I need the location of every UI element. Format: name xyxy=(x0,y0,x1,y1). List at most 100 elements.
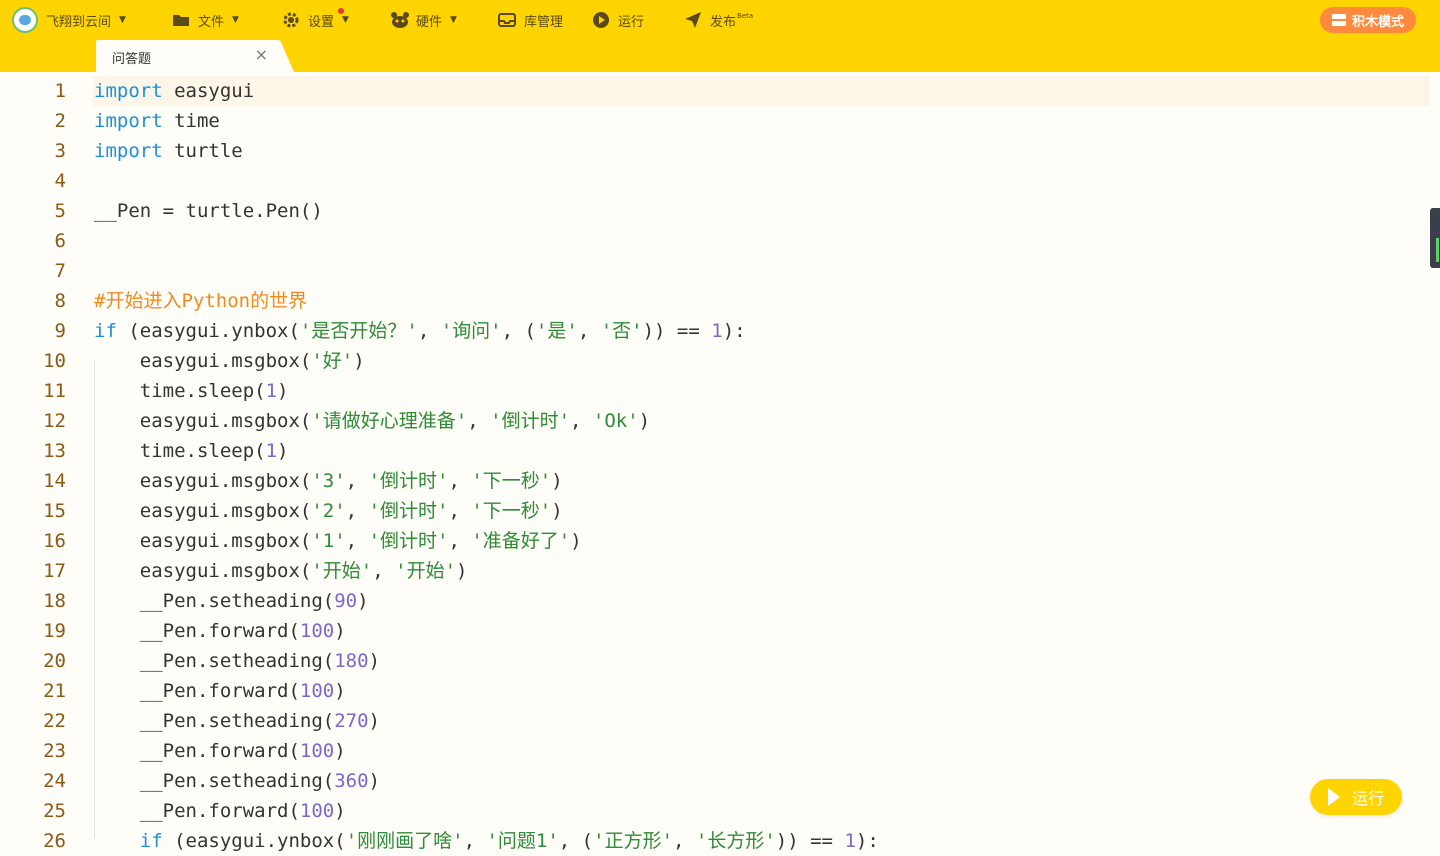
tab-bar: 问答题 × xyxy=(0,40,1440,72)
send-icon xyxy=(684,11,702,29)
code-line[interactable] xyxy=(94,256,879,286)
code-token: ) xyxy=(277,380,289,402)
code-token: 360 xyxy=(334,770,369,792)
tab-label: 问答题 xyxy=(112,52,152,67)
code-token: '倒计时' xyxy=(368,500,449,522)
code-token: 1 xyxy=(711,320,723,342)
library-menu[interactable]: 库管理 xyxy=(498,0,563,40)
chevron-down-icon: ▼ xyxy=(232,15,239,25)
code-token: '是否开始？' xyxy=(299,320,418,342)
code-line[interactable]: if (easygui.ynbox('刚刚画了啥', '问题1', ('正方形'… xyxy=(94,826,879,856)
code-token: __Pen.forward( xyxy=(94,680,300,702)
code-token: 1 xyxy=(265,380,278,402)
code-area[interactable]: import easygui import time import turtle __… xyxy=(94,76,879,856)
settings-menu-label: 设置 xyxy=(308,14,335,30)
code-line[interactable]: __Pen.setheading(90) xyxy=(94,586,879,616)
avatar xyxy=(12,7,38,33)
code-token: '否' xyxy=(600,320,643,342)
line-number: 17 xyxy=(43,560,66,582)
code-token: '开始' xyxy=(311,560,373,582)
line-number: 8 xyxy=(54,290,66,312)
line-number: 2 xyxy=(54,110,66,132)
code-token: __Pen.setheading( xyxy=(94,710,335,732)
code-token: ) xyxy=(277,440,289,462)
block-mode-button[interactable]: 积木模式 xyxy=(1319,7,1416,33)
line-number: 15 xyxy=(43,500,66,522)
line-number: 19 xyxy=(43,620,66,642)
code-line[interactable]: __Pen.setheading(180) xyxy=(94,646,879,676)
code-token: __Pen.setheading( xyxy=(94,770,335,792)
code-line[interactable]: time.sleep(1) xyxy=(94,436,879,466)
scrollbar-thumb[interactable] xyxy=(1430,208,1440,268)
code-token: 1 xyxy=(844,830,856,852)
code-line[interactable]: __Pen.forward(100) xyxy=(94,796,879,826)
play-circle-icon xyxy=(592,11,610,29)
code-token: ) xyxy=(368,710,380,732)
chevron-down-icon: ▼ xyxy=(342,15,349,25)
code-token: ) xyxy=(334,620,346,642)
code-token: '开始' xyxy=(395,560,457,582)
code-line[interactable]: easygui.msgbox('2', '倒计时', '下一秒') xyxy=(94,496,879,526)
library-menu-label: 库管理 xyxy=(524,14,564,30)
code-token: ) xyxy=(456,560,468,582)
line-number: 18 xyxy=(43,590,66,612)
code-token: time.sleep( xyxy=(94,380,266,402)
code-token: , xyxy=(463,830,487,852)
run-menu-label: 运行 xyxy=(618,14,645,30)
code-line[interactable]: easygui.msgbox('1', '倒计时', '准备好了') xyxy=(94,526,879,556)
code-line[interactable]: __Pen.setheading(360) xyxy=(94,766,879,796)
code-line[interactable]: import easygui xyxy=(94,76,879,106)
code-line[interactable]: __Pen.setheading(270) xyxy=(94,706,879,736)
project-menu[interactable]: 飞翔到云间 ▼ xyxy=(12,0,126,40)
code-line[interactable]: easygui.msgbox('开始', '开始') xyxy=(94,556,879,586)
code-editor[interactable]: 1 2 3 4 5 6 7 8 9 10 11 12 13 14 15 16 17 18 19 20 21 22 23 24 2… xyxy=(0,72,1440,852)
code-token: , xyxy=(345,500,369,522)
code-token: '准备好了' xyxy=(471,530,571,552)
run-menu[interactable]: 运行 xyxy=(592,0,644,40)
code-token: __Pen.setheading( xyxy=(94,590,335,612)
line-number: 4 xyxy=(54,170,66,192)
close-icon[interactable]: × xyxy=(255,45,268,64)
code-line[interactable]: if (easygui.ynbox('是否开始？', '询问', ('是', '… xyxy=(94,316,879,346)
settings-menu[interactable]: 设置 ▼ xyxy=(282,0,349,40)
code-line[interactable]: easygui.msgbox('好') xyxy=(94,346,879,376)
code-token: '正方形' xyxy=(593,830,674,852)
code-line[interactable]: #开始进入Python的世界 xyxy=(94,286,879,316)
code-token: '是' xyxy=(535,320,578,342)
hardware-menu[interactable]: 硬件 ▼ xyxy=(390,0,457,40)
code-token: 'Ok' xyxy=(592,410,639,432)
robot-icon xyxy=(390,11,409,29)
code-token: , xyxy=(467,410,491,432)
code-token: 100 xyxy=(299,620,335,642)
run-button-label: 运行 xyxy=(1351,789,1384,808)
code-line[interactable]: time.sleep(1) xyxy=(94,376,879,406)
code-line[interactable]: __Pen.forward(100) xyxy=(94,676,879,706)
code-token: , xyxy=(673,830,696,852)
line-number: 7 xyxy=(54,260,66,282)
code-token: 180 xyxy=(334,650,369,672)
code-line[interactable]: __Pen = turtle.Pen() xyxy=(94,196,879,226)
code-token: ) xyxy=(334,740,346,762)
code-line[interactable]: easygui.msgbox('3', '倒计时', '下一秒') xyxy=(94,466,879,496)
code-token: easygui.msgbox( xyxy=(94,470,312,492)
code-line[interactable]: import turtle xyxy=(94,136,879,166)
code-line[interactable]: import time xyxy=(94,106,879,136)
code-line[interactable]: easygui.msgbox('请做好心理准备', '倒计时', 'Ok') xyxy=(94,406,879,436)
code-token: easygui.msgbox( xyxy=(94,350,312,372)
publish-menu[interactable]: 发布 Beta xyxy=(684,0,753,40)
code-line[interactable]: __Pen.forward(100) xyxy=(94,616,879,646)
code-token: '2' xyxy=(311,500,346,522)
code-token: __Pen.forward( xyxy=(94,620,300,642)
code-token: turtle xyxy=(162,140,243,162)
code-token: 90 xyxy=(334,590,358,612)
tab-editor-file[interactable]: 问答题 × xyxy=(96,40,294,72)
run-button[interactable]: 运行 xyxy=(1310,779,1402,815)
code-token: '询问' xyxy=(440,320,502,342)
code-line[interactable]: __Pen.forward(100) xyxy=(94,736,879,766)
code-token: , xyxy=(448,530,472,552)
code-token: '倒计时' xyxy=(368,530,449,552)
file-menu[interactable]: 文件 ▼ xyxy=(172,0,239,40)
code-line[interactable] xyxy=(94,226,879,256)
chevron-down-icon: ▼ xyxy=(119,15,126,25)
code-line[interactable] xyxy=(94,166,879,196)
